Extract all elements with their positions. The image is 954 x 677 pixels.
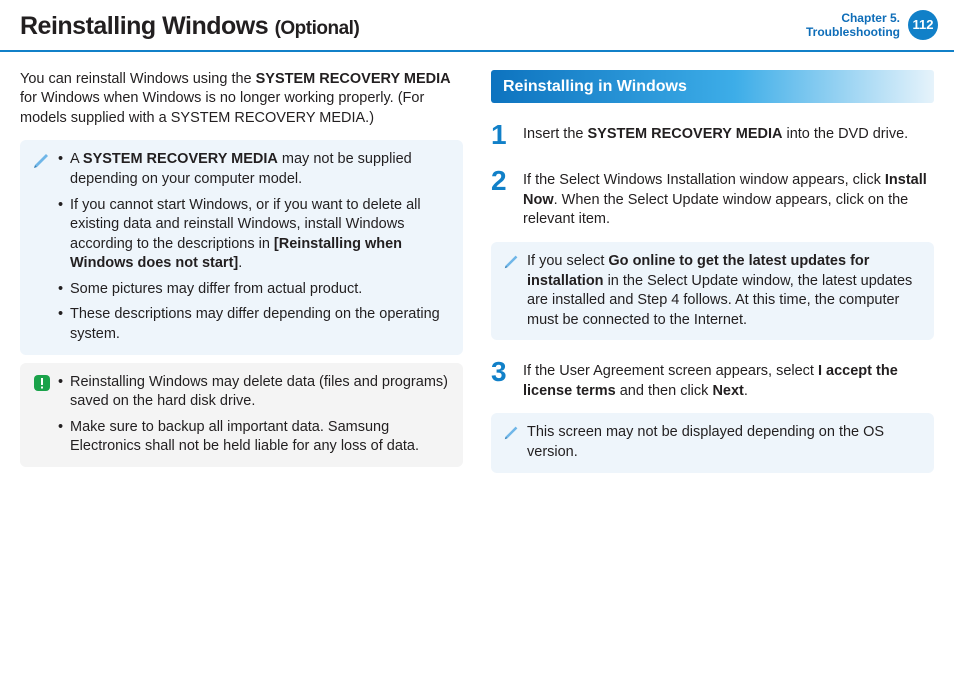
step-number: 3 (491, 358, 511, 401)
note-box: A SYSTEM RECOVERY MEDIA may not be suppl… (20, 140, 463, 354)
warning-list: Reinstalling Windows may delete data (fi… (58, 373, 451, 457)
step-text: Insert the SYSTEM RECOVERY MEDIA into th… (523, 121, 908, 149)
page-header: Reinstalling Windows (Optional) Chapter … (0, 0, 954, 52)
intro-text: You can reinstall Windows using the (20, 71, 256, 87)
inline-note: This screen may not be displayed dependi… (491, 413, 934, 472)
note-text-part: If you select (527, 253, 608, 269)
step-text-part: . When the Select Update window appears,… (523, 192, 908, 228)
note-icon (32, 150, 52, 170)
title-main: Reinstalling Windows (20, 12, 268, 40)
note-item: These descriptions may differ depending … (58, 305, 451, 344)
warning-box: Reinstalling Windows may delete data (fi… (20, 363, 463, 467)
chapter-line2: Troubleshooting (806, 25, 900, 39)
page-number-badge: 112 (908, 10, 938, 40)
note-icon (503, 252, 521, 270)
warning-item: Reinstalling Windows may delete data (fi… (58, 373, 451, 412)
step-bold: SYSTEM RECOVERY MEDIA (587, 126, 782, 142)
note-text: A (70, 151, 83, 167)
step-2: 2 If the Select Windows Installation win… (491, 167, 934, 230)
step-text-part: . (744, 383, 748, 399)
step-text: If the Select Windows Installation windo… (523, 167, 934, 230)
intro-paragraph: You can reinstall Windows using the SYST… (20, 70, 463, 129)
note-item: Some pictures may differ from actual pro… (58, 280, 451, 300)
note-text: . (238, 255, 242, 271)
left-column: You can reinstall Windows using the SYST… (20, 70, 463, 491)
page-title: Reinstalling Windows (Optional) (20, 10, 359, 44)
step-text-part: If the Select Windows Installation windo… (523, 172, 885, 188)
title-optional: (Optional) (275, 18, 360, 39)
chapter-info: Chapter 5. Troubleshooting 112 (806, 10, 938, 40)
warning-icon (32, 373, 52, 393)
warning-item: Make sure to backup all important data. … (58, 418, 451, 457)
step-number: 2 (491, 167, 511, 230)
note-list: A SYSTEM RECOVERY MEDIA may not be suppl… (58, 150, 451, 344)
step-text-part: into the DVD drive. (782, 126, 908, 142)
step-bold: Next (712, 383, 743, 399)
step-3: 3 If the User Agreement screen appears, … (491, 358, 934, 401)
chapter-line1: Chapter 5. (806, 11, 900, 25)
step-1: 1 Insert the SYSTEM RECOVERY MEDIA into … (491, 121, 934, 149)
intro-text-2: for Windows when Windows is no longer wo… (20, 90, 424, 126)
note-item: A SYSTEM RECOVERY MEDIA may not be suppl… (58, 150, 451, 189)
inline-note-text: This screen may not be displayed dependi… (527, 423, 922, 462)
chapter-labels: Chapter 5. Troubleshooting (806, 11, 900, 40)
note-bold: SYSTEM RECOVERY MEDIA (83, 151, 278, 167)
inline-note-text: If you select Go online to get the lates… (527, 252, 922, 330)
inline-note: If you select Go online to get the lates… (491, 242, 934, 340)
section-heading: Reinstalling in Windows (491, 70, 934, 104)
step-number: 1 (491, 121, 511, 149)
content-columns: You can reinstall Windows using the SYST… (0, 52, 954, 491)
intro-bold: SYSTEM RECOVERY MEDIA (256, 71, 451, 87)
step-text-part: If the User Agreement screen appears, se… (523, 363, 818, 379)
step-text: If the User Agreement screen appears, se… (523, 358, 934, 401)
right-column: Reinstalling in Windows 1 Insert the SYS… (491, 70, 934, 491)
note-icon (503, 423, 521, 441)
step-text-part: Insert the (523, 126, 587, 142)
step-text-part: and then click (616, 383, 713, 399)
note-item: If you cannot start Windows, or if you w… (58, 196, 451, 274)
